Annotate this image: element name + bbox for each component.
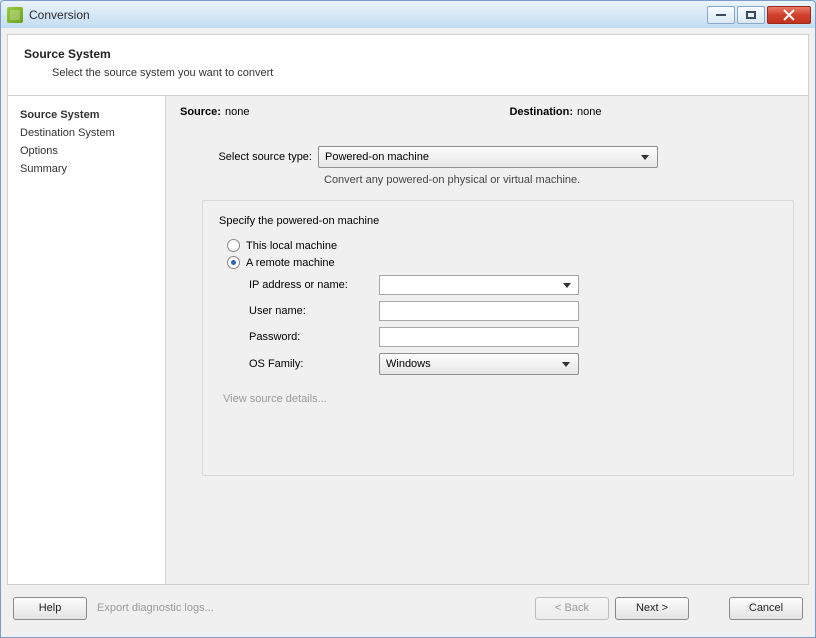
next-button[interactable]: Next > xyxy=(615,597,689,620)
radio-remote-machine[interactable]: A remote machine xyxy=(227,256,777,269)
close-button[interactable] xyxy=(767,6,811,24)
export-logs-link: Export diagnostic logs... xyxy=(97,602,214,614)
destination-label: Destination: xyxy=(509,106,573,118)
username-label: User name: xyxy=(249,305,379,317)
source-destination-status: Source: none Destination: none xyxy=(180,106,794,122)
chevron-down-icon xyxy=(563,283,571,288)
help-button[interactable]: Help xyxy=(13,597,87,620)
source-type-hint: Convert any powered-on physical or virtu… xyxy=(324,174,794,186)
source-type-value: Powered-on machine xyxy=(325,151,429,163)
window-body: Source System Select the source system y… xyxy=(0,28,816,638)
wizard-body: Source System Destination System Options… xyxy=(7,96,809,585)
app-icon xyxy=(7,7,23,23)
source-type-row: Select source type: Powered-on machine xyxy=(208,146,794,168)
window-controls xyxy=(707,6,811,24)
username-input[interactable] xyxy=(379,301,579,321)
ip-label: IP address or name: xyxy=(249,279,379,291)
back-button[interactable]: < Back xyxy=(535,597,609,620)
wizard-header: Source System Select the source system y… xyxy=(7,34,809,96)
radio-local-machine[interactable]: This local machine xyxy=(227,239,777,252)
os-family-value: Windows xyxy=(386,358,431,370)
panel-title: Specify the powered-on machine xyxy=(219,215,777,227)
source-type-dropdown[interactable]: Powered-on machine xyxy=(318,146,658,168)
password-label: Password: xyxy=(249,331,379,343)
source-label: Source: xyxy=(180,106,221,118)
maximize-button[interactable] xyxy=(737,6,765,24)
chevron-down-icon xyxy=(641,155,649,160)
page-subtitle: Select the source system you want to con… xyxy=(52,67,792,79)
step-destination-system[interactable]: Destination System xyxy=(20,124,153,142)
ip-input[interactable] xyxy=(379,275,579,295)
maximize-icon xyxy=(746,11,756,19)
step-summary[interactable]: Summary xyxy=(20,160,153,178)
os-family-label: OS Family: xyxy=(249,358,379,370)
radio-local-label: This local machine xyxy=(246,240,337,252)
step-options[interactable]: Options xyxy=(20,142,153,160)
ip-combo[interactable] xyxy=(379,275,579,295)
destination-value: none xyxy=(577,106,601,118)
view-source-details-link: View source details... xyxy=(223,393,777,405)
wizard-main: Source: none Destination: none Select so… xyxy=(166,96,808,584)
os-family-dropdown[interactable]: Windows xyxy=(379,353,579,375)
step-source-system[interactable]: Source System xyxy=(20,106,153,124)
radio-icon xyxy=(227,256,240,269)
cancel-button[interactable]: Cancel xyxy=(729,597,803,620)
window-title: Conversion xyxy=(29,8,707,22)
minimize-icon xyxy=(716,14,726,16)
radio-icon xyxy=(227,239,240,252)
titlebar: Conversion xyxy=(0,0,816,28)
radio-remote-label: A remote machine xyxy=(246,257,335,269)
wizard-footer: Help Export diagnostic logs... < Back Ne… xyxy=(7,585,809,631)
wizard-steps: Source System Destination System Options… xyxy=(8,96,166,584)
machine-panel: Specify the powered-on machine This loca… xyxy=(202,200,794,476)
close-icon xyxy=(783,9,795,21)
source-value: none xyxy=(225,106,249,118)
chevron-down-icon xyxy=(562,362,570,367)
source-type-label: Select source type: xyxy=(208,151,318,163)
minimize-button[interactable] xyxy=(707,6,735,24)
page-title: Source System xyxy=(24,47,792,61)
password-input[interactable] xyxy=(379,327,579,347)
